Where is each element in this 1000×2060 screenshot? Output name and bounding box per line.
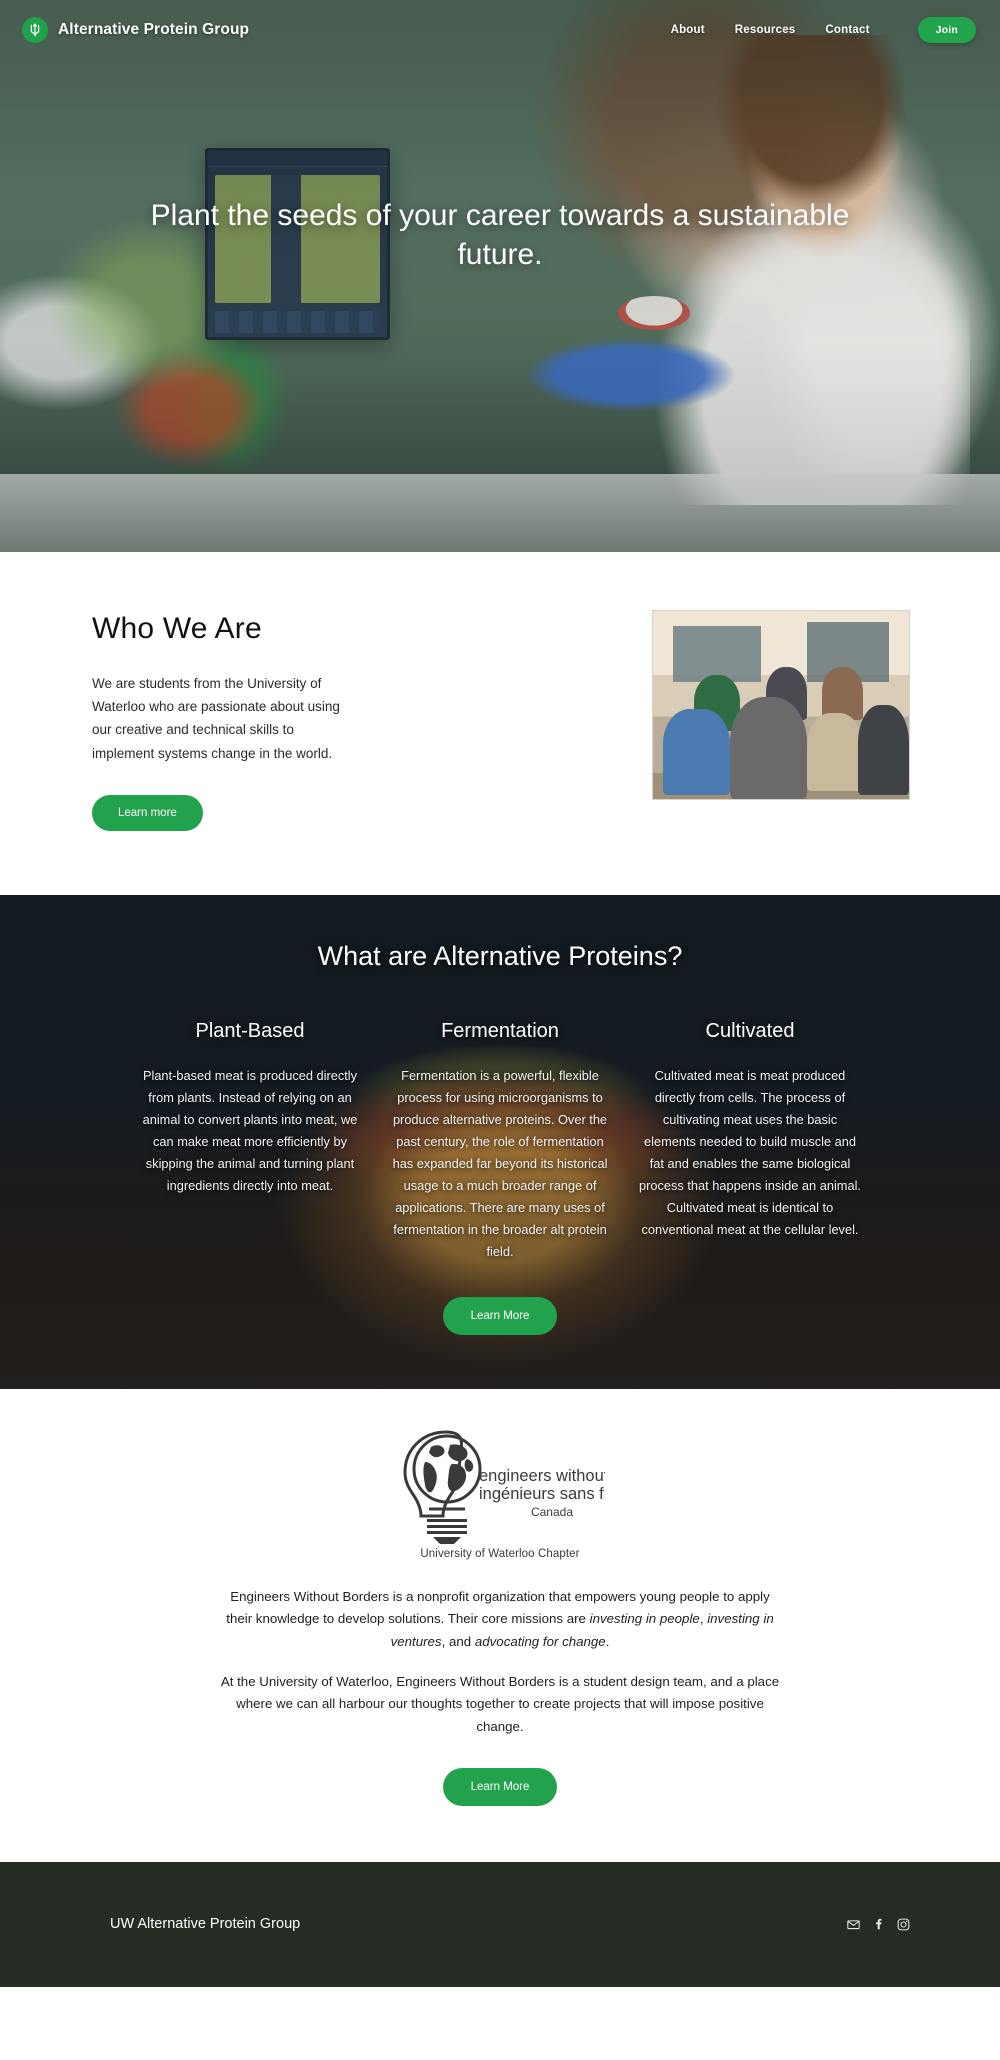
ewb-p1-em3: advocating for change xyxy=(474,1633,606,1649)
who-we-are-text-block: Who We Are We are students from the Univ… xyxy=(92,610,412,831)
ewb-logo: engineers without borders ingénieurs san… xyxy=(0,1429,1000,1544)
column-fermentation-heading: Fermentation xyxy=(441,1019,559,1042)
ewb-chapter-label: University of Waterloo Chapter xyxy=(420,1547,580,1560)
column-plant-based-heading: Plant-Based xyxy=(195,1019,305,1042)
footer-title: UW Alternative Protein Group xyxy=(110,1916,301,1933)
ewb-logo-line3: Canada xyxy=(531,1505,573,1519)
column-plant-based-body: Plant-based meat is produced directly fr… xyxy=(142,1067,358,1193)
brand-logo[interactable]: Alternative Protein Group xyxy=(22,17,249,43)
footer-social-links xyxy=(847,1918,910,1931)
ewb-p1-post: . xyxy=(605,1633,610,1649)
column-fermentation-body: Fermentation is a powerful, flexible pro… xyxy=(392,1067,608,1259)
who-we-are-body: We are students from the University of W… xyxy=(92,676,340,761)
hero-overlay xyxy=(0,0,1000,552)
ewb-logo-line2: ingénieurs sans frontières xyxy=(479,1485,605,1503)
column-cultivated-heading: Cultivated xyxy=(705,1019,795,1042)
who-we-are-section: Who We Are We are students from the Univ… xyxy=(0,552,1000,895)
ewb-paragraph-1: Engineers Without Borders is a nonprofit… xyxy=(220,1586,780,1653)
who-we-are-learn-more-button[interactable]: Learn more xyxy=(92,794,203,831)
alternative-proteins-learn-more-button[interactable]: Learn More xyxy=(442,1296,558,1335)
column-fermentation: Fermentation Fermentation is a powerful,… xyxy=(375,1020,625,1263)
ewb-paragraph-2: At the University of Waterloo, Engineers… xyxy=(220,1673,780,1734)
ewb-p1-mid2: , and xyxy=(441,1633,475,1649)
facebook-icon[interactable] xyxy=(872,1918,885,1931)
alternative-proteins-title: What are Alternative Proteins? xyxy=(317,940,683,971)
nav-link-contact[interactable]: Contact xyxy=(825,24,869,36)
column-plant-based: Plant-Based Plant-based meat is produced… xyxy=(125,1020,375,1263)
ewb-logo-line1: engineers without borders xyxy=(479,1467,605,1485)
page-root: Alternative Protein Group About Resource… xyxy=(0,0,1000,1987)
ewb-learn-more-button[interactable]: Learn More xyxy=(442,1767,558,1806)
nav-links: About Resources Contact Join xyxy=(671,17,976,43)
students-meeting-photo xyxy=(652,610,910,800)
wheat-w-logo-icon xyxy=(22,17,48,43)
ewb-p1-em1: investing in people xyxy=(589,1611,700,1627)
column-cultivated: Cultivated Cultivated meat is meat produ… xyxy=(625,1020,875,1263)
ewb-section: engineers without borders ingénieurs san… xyxy=(0,1388,1000,1862)
instagram-icon[interactable] xyxy=(897,1918,910,1931)
nav-link-resources[interactable]: Resources xyxy=(735,24,796,36)
brand-name: Alternative Protein Group xyxy=(58,21,250,38)
lightbulb-globe-icon: engineers without borders ingénieurs san… xyxy=(403,1430,605,1544)
top-navbar: Alternative Protein Group About Resource… xyxy=(0,0,1000,60)
site-footer: UW Alternative Protein Group xyxy=(0,1861,1000,1987)
join-button[interactable]: Join xyxy=(917,17,976,43)
column-cultivated-body: Cultivated meat is meat produced directl… xyxy=(639,1067,861,1237)
hero-section: Alternative Protein Group About Resource… xyxy=(0,0,1000,552)
alternative-proteins-section: What are Alternative Proteins? Plant-Bas… xyxy=(0,894,1000,1389)
hero-headline: Plant the seeds of your career towards a… xyxy=(150,199,850,271)
email-icon[interactable] xyxy=(847,1918,860,1931)
who-we-are-title: Who We Are xyxy=(92,612,262,645)
nav-link-about[interactable]: About xyxy=(671,24,705,36)
alternative-proteins-columns: Plant-Based Plant-based meat is produced… xyxy=(0,1020,1000,1263)
